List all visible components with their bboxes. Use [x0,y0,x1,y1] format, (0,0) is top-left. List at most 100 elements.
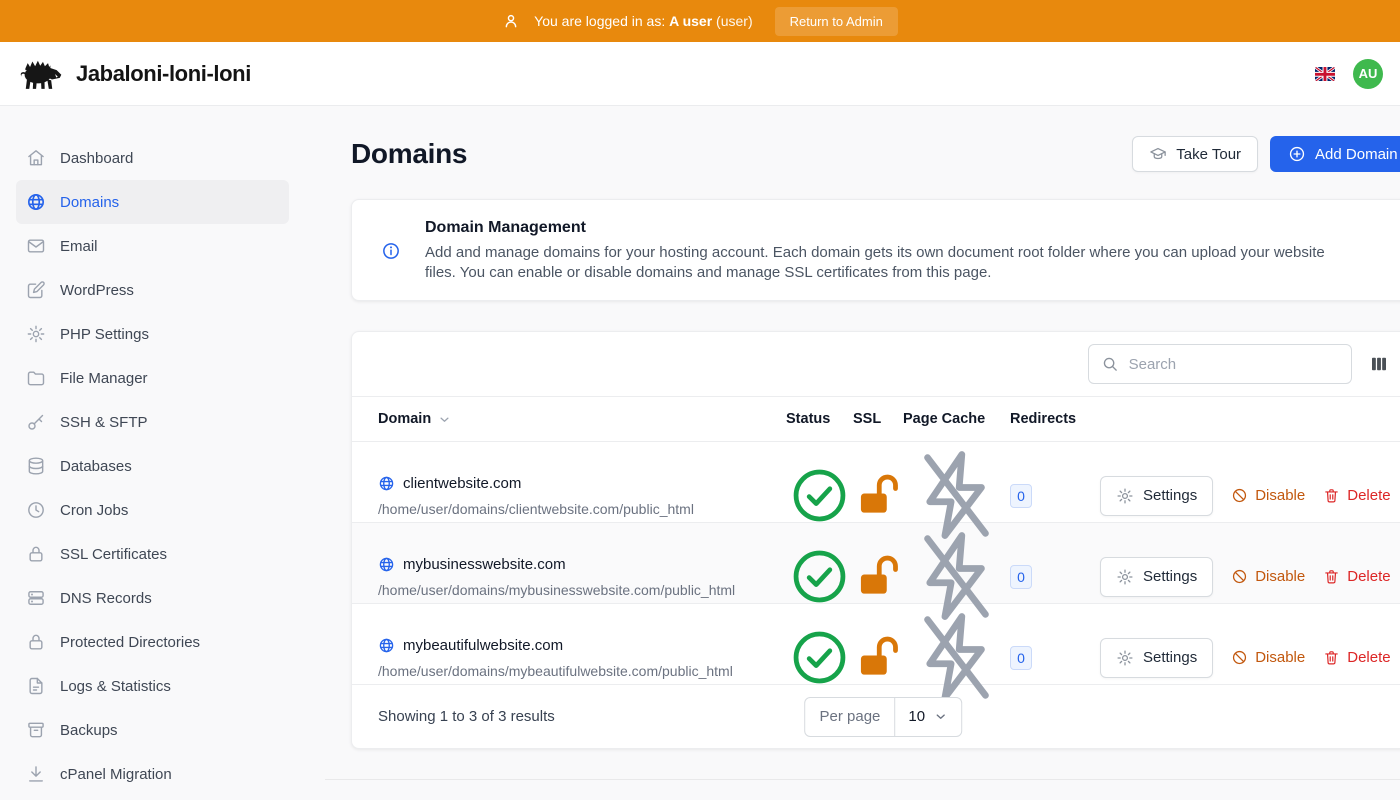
info-card-body: Add and manage domains for your hosting … [425,243,1335,283]
search-input[interactable] [1088,344,1352,384]
clock-icon [26,500,46,520]
trash-icon [1323,568,1340,585]
status-ok-icon [786,543,853,610]
plus-circle-icon [1288,145,1306,163]
domain-name[interactable]: mybusinesswebsite.com [403,556,566,573]
return-to-admin-button[interactable]: Return to Admin [775,7,898,36]
settings-button[interactable]: Settings [1100,557,1213,597]
sidebar-item-ssh-sftp[interactable]: SSH & SFTP [16,400,289,444]
mail-icon [26,236,46,256]
table-header-row: Domain Status SSL Page Cache Redirects [352,396,1400,442]
chevron-down-icon [933,709,948,724]
ssl-unlocked-icon [853,552,903,602]
column-header-status: Status [786,411,853,427]
app-header: Jabaloni-loni-loni AU [0,42,1400,106]
home-icon [26,148,46,168]
sidebar-item-php-settings[interactable]: PHP Settings [16,312,289,356]
key-icon [26,412,46,432]
status-ok-icon [786,462,853,529]
banner-user-role: (user) [716,13,753,29]
info-card: Domain Management Add and manage domains… [351,199,1400,301]
sidebar-item-wordpress[interactable]: WordPress [16,268,289,312]
table-footer: Showing 1 to 3 of 3 results Per page 10 [352,685,1400,748]
main-content: Domains Take Tour Add Domain Domain Mana… [320,106,1400,800]
table-row: mybusinesswebsite.com /home/user/domains… [352,523,1400,604]
per-page-label: Per page [806,698,896,736]
info-card-title: Domain Management [425,219,1335,237]
redirects-count-badge: 0 [1010,646,1032,670]
add-domain-button[interactable]: Add Domain [1270,136,1400,172]
page-end-divider [325,779,1400,780]
sidebar-item-email[interactable]: Email [16,224,289,268]
delete-link[interactable]: Delete [1323,487,1390,504]
settings-button[interactable]: Settings [1100,476,1213,516]
sidebar-item-logs-statistics[interactable]: Logs & Statistics [16,664,289,708]
delete-link[interactable]: Delete [1323,649,1390,666]
columns-toggle-icon[interactable] [1369,354,1389,374]
globe-icon [378,637,395,654]
sidebar-item-domains[interactable]: Domains [16,180,289,224]
lock-icon [26,632,46,652]
sidebar-item-protected-directories[interactable]: Protected Directories [16,620,289,664]
archive-icon [26,720,46,740]
language-flag-icon[interactable] [1315,67,1335,81]
disable-link[interactable]: Disable [1231,649,1305,666]
redirects-count-badge: 0 [1010,484,1032,508]
disable-link[interactable]: Disable [1231,568,1305,585]
sidebar-item-backups[interactable]: Backups [16,708,289,752]
boar-logo [16,55,66,93]
ban-icon [1231,649,1248,666]
impersonation-banner: You are logged in as: A user (user) Retu… [0,0,1400,42]
sidebar-item-ssl-certificates[interactable]: SSL Certificates [16,532,289,576]
globe-icon [378,556,395,573]
lock-icon [26,544,46,564]
sidebar-item-file-manager[interactable]: File Manager [16,356,289,400]
document-icon [26,676,46,696]
gear-icon [1116,649,1134,667]
ban-icon [1231,487,1248,504]
page-title: Domains [351,138,467,170]
ssl-unlocked-icon [853,471,903,521]
ban-icon [1231,568,1248,585]
domain-name[interactable]: mybeautifulwebsite.com [403,637,563,654]
take-tour-button[interactable]: Take Tour [1132,136,1258,172]
table-row: clientwebsite.com /home/user/domains/cli… [352,442,1400,523]
trash-icon [1323,487,1340,504]
per-page-control[interactable]: Per page 10 [805,697,963,737]
globe-icon [26,192,46,212]
trash-icon [1323,649,1340,666]
delete-link[interactable]: Delete [1323,568,1390,585]
settings-button[interactable]: Settings [1100,638,1213,678]
sidebar-item-cpanel-migration[interactable]: cPanel Migration [16,752,289,796]
disable-link[interactable]: Disable [1231,487,1305,504]
domain-path: /home/user/domains/mybusinesswebsite.com… [378,582,786,598]
column-header-redirects: Redirects [1010,411,1100,427]
search-icon [1101,355,1119,373]
sidebar-item-dashboard[interactable]: Dashboard [16,136,289,180]
brand-name: Jabaloni-loni-loni [76,61,251,87]
sidebar-item-databases[interactable]: Databases [16,444,289,488]
banner-user-name: A user [669,13,712,29]
user-avatar[interactable]: AU [1353,59,1383,89]
ssl-unlocked-icon [853,633,903,683]
domain-path: /home/user/domains/clientwebsite.com/pub… [378,501,786,517]
domain-name[interactable]: clientwebsite.com [403,475,521,492]
banner-message: You are logged in as: A user (user) [534,13,752,29]
database-icon [26,456,46,476]
domain-path: /home/user/domains/mybeautifulwebsite.co… [378,663,786,679]
gear-icon [1116,487,1134,505]
column-header-domain[interactable]: Domain [376,411,786,427]
folder-icon [26,368,46,388]
redirects-count-badge: 0 [1010,565,1032,589]
server-icon [26,588,46,608]
sidebar-item-dns-records[interactable]: DNS Records [16,576,289,620]
info-icon [381,241,401,261]
column-header-ssl: SSL [853,411,903,427]
sidebar: Dashboard Domains Email WordPress PHP Se… [0,106,320,800]
graduation-cap-icon [1149,145,1167,163]
results-summary: Showing 1 to 3 of 3 results [378,708,555,725]
chevron-down-icon [437,412,452,427]
person-icon [502,12,520,30]
sidebar-item-cron-jobs[interactable]: Cron Jobs [16,488,289,532]
status-ok-icon [786,624,853,691]
